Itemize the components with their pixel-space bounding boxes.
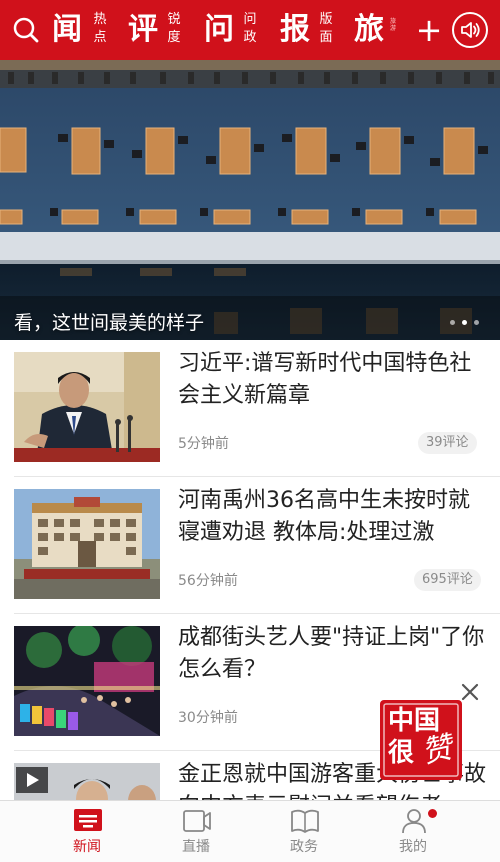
nav-tab-sub-label: 锐度: [167, 12, 181, 45]
china-great-badge[interactable]: 中国 很 赞: [378, 698, 464, 782]
tab-mine[interactable]: 我的: [363, 801, 463, 862]
carousel-indicator: [450, 318, 490, 328]
nav-tab-sub-label: 版面: [319, 12, 333, 45]
nav-tab-sub-label: 热点: [93, 12, 107, 45]
comment-count-badge[interactable]: 695评论: [414, 569, 481, 591]
hero-caption: 看，这世间最美的样子: [14, 312, 205, 334]
tab-government[interactable]: 政务: [254, 801, 354, 862]
speaker-icon: [461, 22, 480, 38]
news-time: 30分钟前: [178, 710, 238, 726]
bottom-tab-bar: 新闻 直播 政务 我的: [0, 800, 500, 862]
news-time: 56分钟前: [178, 573, 238, 589]
carousel-dot: [450, 320, 455, 325]
nav-tab-news-hot[interactable]: 闻 热点: [52, 8, 114, 52]
nav-tab-main-label: 评: [128, 12, 158, 47]
carousel-dot-active: [462, 320, 467, 325]
notification-dot: [428, 809, 437, 818]
tab-label: 政务: [290, 839, 318, 855]
nav-tab-main-label: 报: [280, 12, 310, 47]
news-thumbnail-street: [14, 626, 160, 736]
nav-tab-comment[interactable]: 评 锐度: [128, 8, 190, 52]
comment-count-badge[interactable]: 39评论: [418, 432, 477, 454]
news-item[interactable]: 习近平:谱写新时代中国特色社会主义新篇章 5分钟前 39评论: [0, 340, 500, 476]
nav-tab-main-label: 旅: [354, 12, 384, 47]
news-title: 习近平:谱写新时代中国特色社会主义新篇章: [178, 351, 472, 408]
hero-banner[interactable]: 看，这世间最美的样子: [0, 60, 500, 340]
nav-tab-newspaper[interactable]: 报 版面: [280, 8, 342, 52]
tab-label: 直播: [182, 839, 210, 855]
user-icon: [402, 809, 426, 834]
tab-label: 我的: [399, 839, 427, 855]
news-title: 河南禹州36名高中生未按时就寝遭劝退 教体局:处理过激: [178, 488, 470, 545]
badge-line2: 很: [388, 738, 415, 768]
tab-live[interactable]: 直播: [146, 801, 246, 862]
news-item[interactable]: 河南禹州36名高中生未按时就寝遭劝退 教体局:处理过激 56分钟前 695评论: [0, 477, 500, 613]
news-time: 5分钟前: [178, 436, 229, 452]
tab-news[interactable]: 新闻: [37, 801, 137, 862]
nav-tab-main-label: 问: [204, 12, 234, 47]
news-thumbnail-xi: [14, 352, 160, 462]
carousel-dot: [474, 320, 479, 325]
news-icon: [74, 809, 102, 831]
audio-button[interactable]: [452, 12, 488, 48]
nav-tab-sub-label: 问政: [243, 12, 257, 45]
nav-tab-main-label: 闻: [52, 12, 82, 47]
hero-image: [0, 60, 500, 340]
nav-tab-ask-gov[interactable]: 问 问政: [204, 8, 266, 52]
nav-tab-travel[interactable]: 旅 旅游: [354, 8, 402, 52]
tab-label: 新闻: [73, 839, 101, 855]
top-nav-bar: 闻 热点 评 锐度 问 问政 报 版面 旅 旅游 +: [0, 0, 500, 60]
news-title: 成都街头艺人要"持证上岗"了你怎么看？: [178, 625, 485, 682]
live-icon: [183, 810, 211, 832]
nav-tab-tiny-label: 旅游: [390, 18, 397, 32]
news-thumbnail-school: [14, 489, 160, 599]
add-channel-button[interactable]: +: [414, 10, 444, 50]
search-icon[interactable]: [10, 14, 42, 46]
book-icon: [291, 809, 319, 833]
badge-line1: 中国: [388, 706, 441, 736]
play-icon: [16, 767, 48, 793]
